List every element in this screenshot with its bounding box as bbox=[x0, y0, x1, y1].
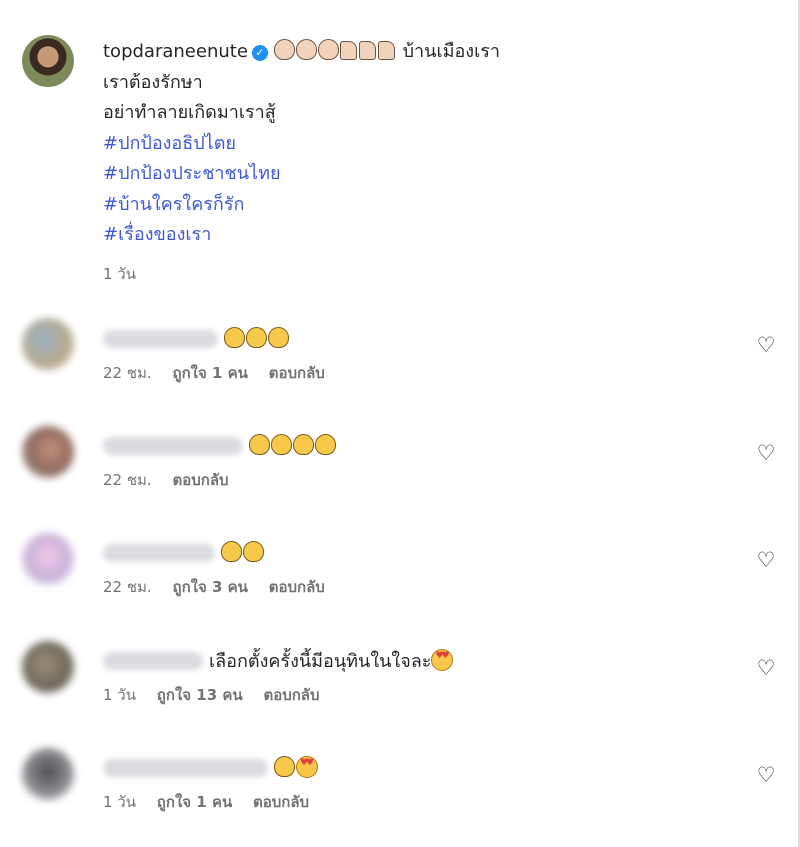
thumbs-up-icon bbox=[339, 37, 397, 68]
caption-first-line: topdaraneenute ✓ บ้านเมืองเรา bbox=[103, 37, 723, 68]
heart-outline-icon[interactable]: ♡ bbox=[755, 764, 777, 786]
commenter-avatar[interactable] bbox=[22, 641, 74, 693]
hashtag-link[interactable]: #เรื่องของเรา bbox=[103, 220, 723, 251]
reply-button[interactable]: ตอบกลับ bbox=[263, 686, 319, 704]
comment-item: 1 วัน ถูกใจ 1 คน ตอบกลับ bbox=[103, 752, 723, 814]
caption-line: เราต้องรักษา bbox=[103, 71, 203, 93]
reply-button[interactable]: ตอบกลับ bbox=[269, 578, 325, 596]
blurred-username[interactable] bbox=[103, 652, 203, 670]
comment-item: 22 ชม. ถูกใจ 1 คน ตอบกลับ bbox=[103, 323, 723, 385]
comment-text: เลือกตั้งครั้งนี้มีอนุทินในใจละ bbox=[103, 645, 723, 679]
comment-item: 22 ชม. ตอบกลับ bbox=[103, 430, 723, 492]
commenter-avatar[interactable] bbox=[22, 426, 74, 478]
clapping-hands-icon bbox=[249, 430, 337, 464]
verified-badge-icon: ✓ bbox=[251, 45, 268, 61]
clapping-hands-icon bbox=[273, 37, 340, 68]
heart-outline-icon[interactable]: ♡ bbox=[755, 549, 777, 571]
comment-time[interactable]: 1 วัน bbox=[103, 793, 136, 811]
comment-likes[interactable]: ถูกใจ 13 คน bbox=[157, 686, 243, 704]
hashtag-link[interactable]: #ปกป้องอธิปไตย bbox=[103, 129, 723, 160]
comment-time[interactable]: 22 ชม. bbox=[103, 578, 152, 596]
hashtag-link[interactable]: #ปกป้องประชาชนไทย bbox=[103, 159, 723, 190]
reply-button[interactable]: ตอบกลับ bbox=[269, 364, 325, 382]
heart-eyes-emoji-icon bbox=[296, 756, 318, 778]
blurred-username[interactable] bbox=[103, 544, 215, 562]
comment-text bbox=[103, 752, 723, 786]
comment-meta: 1 วัน ถูกใจ 1 คน ตอบกลับ bbox=[103, 790, 723, 814]
heart-outline-icon[interactable]: ♡ bbox=[755, 442, 777, 464]
hashtag-link[interactable]: #บ้านใครใครก็รัก bbox=[103, 190, 723, 221]
blurred-username[interactable] bbox=[103, 437, 243, 455]
comment-item: 22 ชม. ถูกใจ 3 คน ตอบกลับ bbox=[103, 537, 723, 599]
owner-username[interactable]: topdaraneenute bbox=[103, 41, 248, 62]
comment-meta: 22 ชม. ตอบกลับ bbox=[103, 468, 723, 492]
commenter-avatar[interactable] bbox=[22, 748, 74, 800]
clapping-hands-icon bbox=[221, 537, 265, 571]
comment-text bbox=[103, 430, 723, 464]
caption-line: อย่าทำลายเกิดมาเราสู้ bbox=[103, 102, 276, 123]
comment-time[interactable]: 22 ชม. bbox=[103, 471, 152, 489]
heart-eyes-emoji-icon bbox=[431, 649, 454, 671]
commenter-avatar[interactable] bbox=[22, 318, 74, 370]
blurred-username[interactable] bbox=[103, 330, 218, 348]
reply-button[interactable]: ตอบกลับ bbox=[172, 471, 228, 489]
clapping-hands-icon bbox=[274, 752, 296, 786]
commenter-avatar[interactable] bbox=[22, 533, 74, 585]
comment-time[interactable]: 1 วัน bbox=[103, 686, 136, 704]
comment-body: เลือกตั้งครั้งนี้มีอนุทินในใจละ bbox=[209, 651, 432, 672]
reply-button[interactable]: ตอบกลับ bbox=[253, 793, 309, 811]
comment-meta: 22 ชม. ถูกใจ 1 คน ตอบกลับ bbox=[103, 361, 723, 385]
heart-outline-icon[interactable]: ♡ bbox=[755, 334, 777, 356]
heart-outline-icon[interactable]: ♡ bbox=[755, 657, 777, 679]
post-caption: topdaraneenute ✓ บ้านเมืองเรา เราต้องรักษ… bbox=[103, 37, 723, 251]
comment-likes[interactable]: ถูกใจ 3 คน bbox=[172, 578, 247, 596]
comment-text bbox=[103, 537, 723, 571]
comment-meta: 1 วัน ถูกใจ 13 คน ตอบกลับ bbox=[103, 683, 723, 707]
post-time[interactable]: 1 วัน bbox=[103, 262, 136, 286]
comment-likes[interactable]: ถูกใจ 1 คน bbox=[157, 793, 232, 811]
comment-likes[interactable]: ถูกใจ 1 คน bbox=[172, 364, 247, 382]
caption-line: บ้านเมืองเรา bbox=[402, 41, 501, 62]
clapping-hands-icon bbox=[224, 323, 290, 357]
blurred-username[interactable] bbox=[103, 759, 268, 777]
owner-avatar[interactable] bbox=[22, 35, 74, 87]
comment-time[interactable]: 22 ชม. bbox=[103, 364, 152, 382]
comment-meta: 22 ชม. ถูกใจ 3 คน ตอบกลับ bbox=[103, 575, 723, 599]
comment-item: เลือกตั้งครั้งนี้มีอนุทินในใจละ 1 วัน ถู… bbox=[103, 645, 723, 707]
comment-text bbox=[103, 323, 723, 357]
